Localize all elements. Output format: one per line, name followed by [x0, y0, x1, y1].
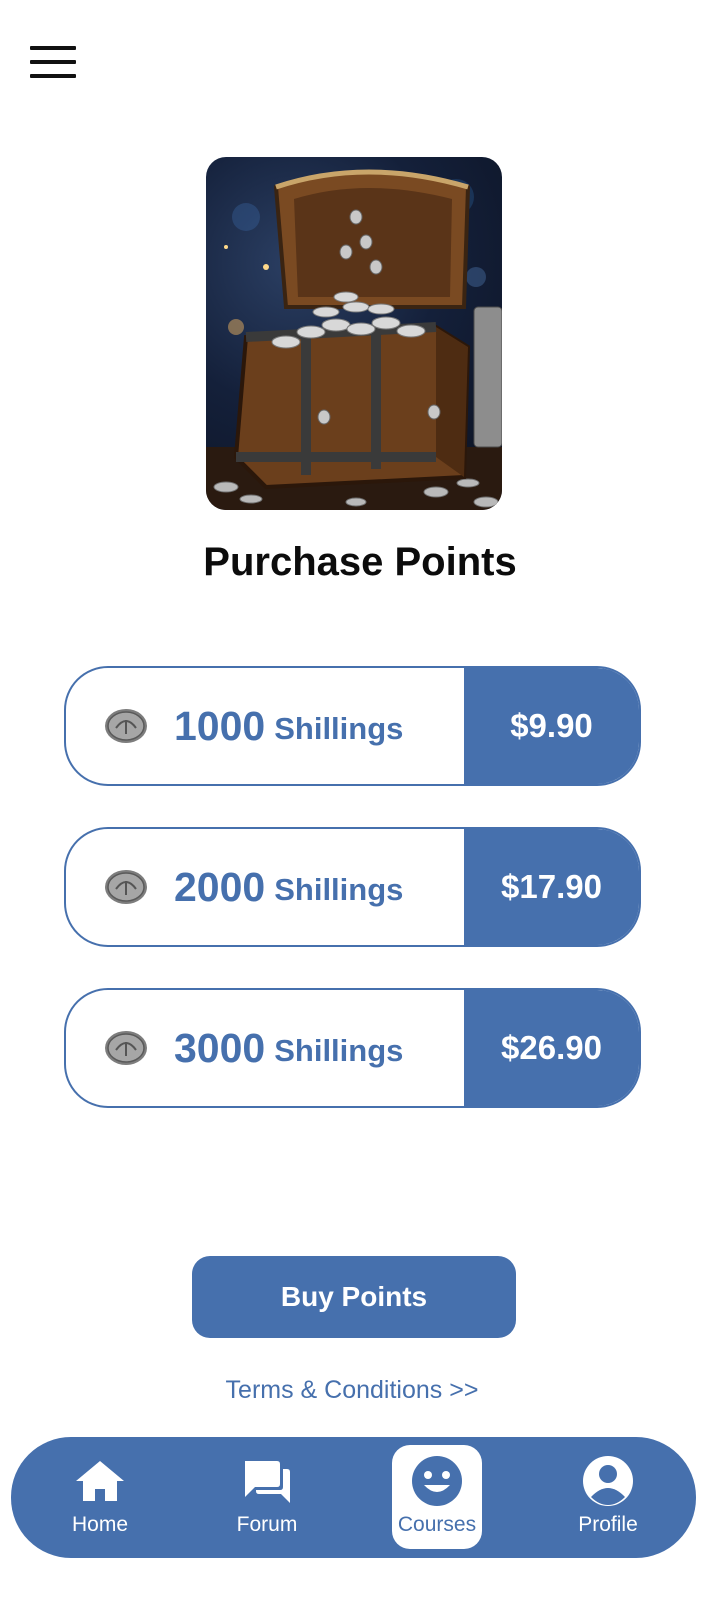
package-option-3000[interactable]: 3000 Shillings $26.90: [64, 988, 641, 1108]
profile-icon: [583, 1456, 633, 1506]
package-unit: Shillings: [274, 1033, 404, 1068]
package-amount: 3000: [174, 1024, 266, 1071]
package-unit: Shillings: [274, 711, 404, 746]
package-amount: 1000: [174, 702, 266, 749]
buy-points-button[interactable]: Buy Points: [192, 1256, 516, 1338]
package-info: 1000 Shillings: [66, 668, 466, 784]
package-option-1000[interactable]: 1000 Shillings $9.90: [64, 666, 641, 786]
nav-item-courses[interactable]: Courses: [392, 1445, 482, 1549]
home-icon: [76, 1461, 124, 1501]
smiley-icon: [412, 1456, 462, 1506]
package-option-2000[interactable]: 2000 Shillings $17.90: [64, 827, 641, 947]
bottom-nav: Home Forum Courses Profile: [11, 1437, 696, 1558]
forum-icon: [245, 1461, 290, 1503]
coin-icon: [105, 1031, 147, 1065]
nav-item-profile[interactable]: Profile: [548, 1445, 668, 1549]
coin-icon: [105, 870, 147, 904]
package-info: 2000 Shillings: [66, 829, 466, 945]
package-info: 3000 Shillings: [66, 990, 466, 1106]
package-price: $17.90: [464, 829, 639, 945]
package-amount: 2000: [174, 863, 266, 910]
nav-label: Home: [71, 1513, 129, 1536]
purchase-points-screen: Purchase Points 1000 Shillings $9.90 200…: [0, 0, 720, 1600]
coin-icon: [105, 709, 147, 743]
nav-label: Forum: [236, 1513, 298, 1536]
nav-item-forum[interactable]: Forum: [207, 1445, 327, 1549]
nav-label: Courses: [397, 1513, 477, 1536]
nav-item-home[interactable]: Home: [40, 1445, 160, 1549]
hamburger-menu-icon[interactable]: [28, 42, 78, 82]
nav-label: Profile: [578, 1513, 638, 1536]
page-title: Purchase Points: [203, 540, 517, 584]
terms-conditions-link[interactable]: Terms & Conditions >>: [0, 1376, 704, 1405]
package-unit: Shillings: [274, 872, 404, 907]
package-price: $9.90: [464, 668, 639, 784]
treasure-chest-image: [206, 157, 502, 510]
package-price: $26.90: [464, 990, 639, 1106]
